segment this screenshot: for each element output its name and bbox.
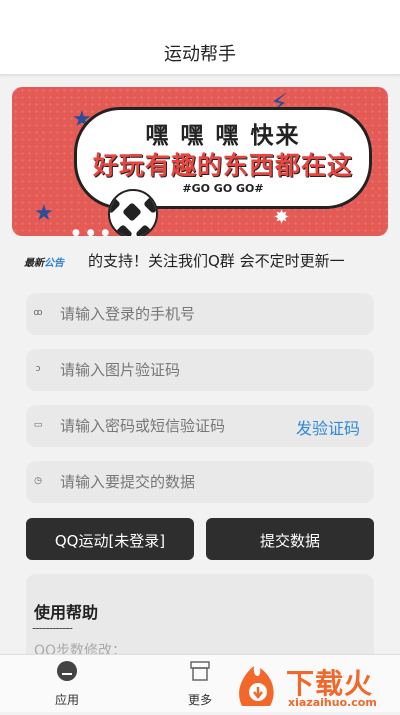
- banner-line-2: 好玩有趣的东西都在这: [92, 151, 353, 180]
- data-input[interactable]: ◷ 请输入要提交的数据: [26, 461, 374, 503]
- phone-placeholder: 请输入登录的手机号: [60, 305, 196, 323]
- data-placeholder: 请输入要提交的数据: [60, 473, 196, 491]
- tab-apps-label: 应用: [54, 693, 79, 707]
- user-icon: ꝏ: [33, 308, 43, 318]
- tab-more[interactable]: 更多: [170, 659, 230, 708]
- announcement-bar[interactable]: 最新公告 的支持！关注我们Q群 会不定时更新一: [24, 250, 394, 272]
- promo-banner[interactable]: ★ ⚡ ✦ ★ ★ ✸ 嘿 嘿 嘿 快来 好玩有趣的东西都在这 #GO GO G…: [12, 87, 388, 236]
- password-input[interactable]: ▭ 请输入密码或短信验证码 发验证码: [26, 405, 374, 447]
- tab-more-label: 更多: [187, 693, 212, 707]
- tab-apps[interactable]: 应用: [37, 659, 97, 708]
- top-bar: 运动帮手: [0, 0, 400, 75]
- help-section: 使用帮助 ------------ QQ步数修改：: [26, 574, 374, 664]
- app-icon: [57, 661, 77, 681]
- qq-sport-login-button[interactable]: QQ运动[未登录]: [26, 518, 194, 560]
- banner-page-indicator: ● ● ●: [72, 228, 112, 236]
- announcement-text: 的支持！关注我们Q群 会不定时更新一: [88, 252, 345, 270]
- phone-input[interactable]: ꝏ 请输入登录的手机号: [26, 293, 374, 335]
- submit-data-button[interactable]: 提交数据: [206, 518, 374, 560]
- clock-icon: ◷: [34, 476, 42, 486]
- help-divider: ------------: [32, 621, 73, 635]
- watermark: 下载火 xiazaihuo.com: [236, 660, 400, 711]
- help-title: 使用帮助: [34, 603, 99, 622]
- password-placeholder: 请输入密码或短信验证码: [60, 417, 226, 435]
- lock-icon: ▭: [33, 420, 43, 430]
- page-title: 运动帮手: [164, 44, 236, 65]
- soccer-ball-icon: [108, 189, 158, 236]
- announcement-badge: 最新公告: [24, 258, 64, 269]
- box-icon: [190, 661, 210, 681]
- captcha-placeholder: 请输入图片验证码: [60, 361, 181, 379]
- banner-line-1: 嘿 嘿 嘿 快来: [145, 123, 301, 149]
- watermark-url: xiazaihuo.com: [288, 696, 377, 709]
- captcha-input[interactable]: ↄ 请输入图片验证码: [26, 349, 374, 391]
- star-icon: ✸: [274, 207, 290, 228]
- star-icon: ★: [34, 201, 54, 226]
- captcha-icon: ↄ: [35, 364, 41, 374]
- send-code-button[interactable]: 发验证码: [296, 415, 360, 439]
